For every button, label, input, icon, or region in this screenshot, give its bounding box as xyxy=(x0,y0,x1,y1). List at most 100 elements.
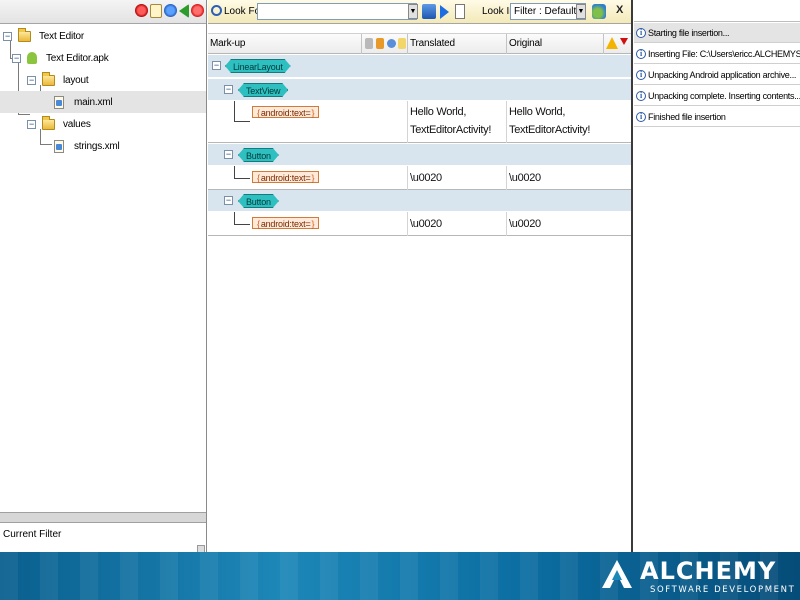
stop-icon[interactable] xyxy=(135,4,148,17)
attribute-tag: android:text= xyxy=(252,171,320,183)
current-filter-label: Current Filter xyxy=(3,529,62,540)
status-icon[interactable] xyxy=(387,39,396,48)
tree-item-text-editor[interactable]: − Text Editor xyxy=(3,25,206,47)
column-divider xyxy=(506,166,507,190)
log-entry[interactable]: i Starting file insertion... xyxy=(634,23,800,43)
attribute-tag: android:text= xyxy=(252,217,320,229)
collapse-icon[interactable]: − xyxy=(27,119,36,129)
note-icon[interactable] xyxy=(398,38,406,49)
info-icon: i xyxy=(636,111,646,122)
collapse-icon[interactable]: − xyxy=(212,61,221,70)
page-icon[interactable] xyxy=(150,4,162,18)
flag-icon[interactable] xyxy=(620,38,628,45)
branding-banner: ALCHEMY SOFTWARE DEVELOPMENT xyxy=(0,552,800,600)
translated-cell-line[interactable]: Hello World, xyxy=(410,104,466,121)
log-entry[interactable]: i Unpacking complete. Inserting contents… xyxy=(634,86,800,106)
user-icon[interactable] xyxy=(376,38,384,49)
tree-toolbar xyxy=(0,0,206,24)
xml-file-icon xyxy=(54,139,64,153)
translated-cell[interactable]: \u0020 xyxy=(410,170,442,187)
collapse-icon[interactable]: − xyxy=(224,150,233,159)
android-icon xyxy=(27,52,37,64)
grid-row-attribute[interactable]: android:text= \u0020 \u0020 xyxy=(208,166,631,190)
element-tag: Button xyxy=(238,148,279,162)
column-divider[interactable] xyxy=(506,34,507,54)
grid-row-textview[interactable]: − TextView xyxy=(208,79,631,101)
markup-grid-pane: Look For: ▼ Look In: Filter : Default ▼ … xyxy=(208,0,633,552)
tree-connector xyxy=(234,101,250,122)
column-divider xyxy=(506,101,507,143)
filter-apply-icon[interactable] xyxy=(592,4,606,19)
column-header-original[interactable]: Original xyxy=(509,38,542,49)
close-icon[interactable] xyxy=(191,4,204,17)
column-header-translated[interactable]: Translated xyxy=(410,38,455,49)
grid-row-attribute[interactable]: android:text= \u0020 \u0020 xyxy=(208,212,631,236)
logo-tagline: SOFTWARE DEVELOPMENT xyxy=(650,585,796,595)
original-cell-line: Hello World, xyxy=(509,106,566,118)
folder-icon xyxy=(42,71,55,86)
log-entry-text: Unpacking Android application archive... xyxy=(648,69,797,80)
log-entry[interactable]: i Inserting File: C:\Users\ericc.ALCHEMY… xyxy=(634,44,800,64)
tree-item-label: main.xml xyxy=(74,96,113,108)
search-icon xyxy=(211,5,222,16)
collapse-icon[interactable]: − xyxy=(224,196,233,205)
info-icon[interactable] xyxy=(164,4,177,17)
grid-header: Mark-up Translated Original xyxy=(208,33,631,54)
column-header-markup[interactable]: Mark-up xyxy=(210,38,245,49)
tree-item-main-xml[interactable]: main.xml xyxy=(0,91,206,113)
tree-item-apk[interactable]: − Text Editor.apk xyxy=(12,47,206,69)
log-entry[interactable]: i Unpacking Android application archive.… xyxy=(634,65,800,85)
column-divider[interactable] xyxy=(361,34,362,54)
chevron-down-icon[interactable]: ▼ xyxy=(408,4,418,19)
grid-row-linearlayout[interactable]: − LinearLayout xyxy=(208,55,631,78)
xml-file-icon xyxy=(54,95,64,109)
grid-row-attribute[interactable]: android:text= Hello World, TextEditorAct… xyxy=(208,101,631,143)
tree-item-layout[interactable]: − layout xyxy=(27,69,206,91)
folder-icon xyxy=(42,115,55,130)
collapse-icon[interactable]: − xyxy=(3,31,12,41)
grid-row-button[interactable]: − Button xyxy=(208,190,631,212)
page-icon[interactable] xyxy=(455,4,465,19)
logo-wordmark: ALCHEMY xyxy=(640,557,777,585)
warning-icon[interactable] xyxy=(606,37,618,49)
find-next-icon[interactable] xyxy=(440,5,449,19)
tree-item-label: layout xyxy=(63,74,89,86)
look-for-input[interactable] xyxy=(257,3,417,20)
tree-item-label: values xyxy=(63,118,91,130)
grid-row-button[interactable]: − Button xyxy=(208,144,631,166)
log-entry-text: Inserting File: C:\Users\ericc.ALCHEMYSO… xyxy=(648,48,800,59)
original-cell-line: TextEditorActivity! xyxy=(509,124,591,136)
pane-splitter[interactable] xyxy=(0,512,206,522)
tree-item-strings-xml[interactable]: strings.xml xyxy=(54,135,206,157)
column-divider[interactable] xyxy=(603,34,604,54)
attribute-tag: android:text= xyxy=(252,106,320,118)
element-tag: TextView xyxy=(238,83,288,97)
alchemy-logo-icon xyxy=(602,560,632,588)
tree-item-label: Text Editor.apk xyxy=(46,52,109,64)
column-divider[interactable] xyxy=(407,34,408,54)
log-entry[interactable]: i Finished file insertion xyxy=(634,107,800,127)
translated-cell-line[interactable]: TextEditorActivity! xyxy=(410,122,491,139)
collapse-icon[interactable]: − xyxy=(224,85,233,94)
chevron-down-icon[interactable]: ▼ xyxy=(576,4,586,19)
log-pane: i Starting file insertion... i Inserting… xyxy=(634,0,800,552)
tree-item-values[interactable]: − values xyxy=(27,113,206,135)
filter-select[interactable]: Filter : Default xyxy=(510,3,586,20)
log-entry-text: Finished file insertion xyxy=(648,111,726,122)
column-divider xyxy=(506,212,507,236)
tree-connector xyxy=(234,166,250,179)
info-icon: i xyxy=(636,48,646,59)
element-tag: Button xyxy=(238,194,279,208)
translated-cell[interactable]: \u0020 xyxy=(410,216,442,233)
close-button[interactable]: X xyxy=(616,4,623,16)
collapse-icon[interactable]: − xyxy=(27,75,36,85)
lock-icon[interactable] xyxy=(365,38,373,49)
info-icon: i xyxy=(636,27,646,38)
original-cell: \u0020 xyxy=(509,218,541,230)
collapse-icon[interactable]: − xyxy=(12,53,21,63)
back-icon[interactable] xyxy=(179,4,189,18)
project-tree-pane: − Text Editor − Text Editor.apk − layout… xyxy=(0,0,207,553)
find-icon[interactable] xyxy=(422,4,436,19)
original-cell: \u0020 xyxy=(509,172,541,184)
log-entry-text: Unpacking complete. Inserting contents..… xyxy=(648,90,800,101)
